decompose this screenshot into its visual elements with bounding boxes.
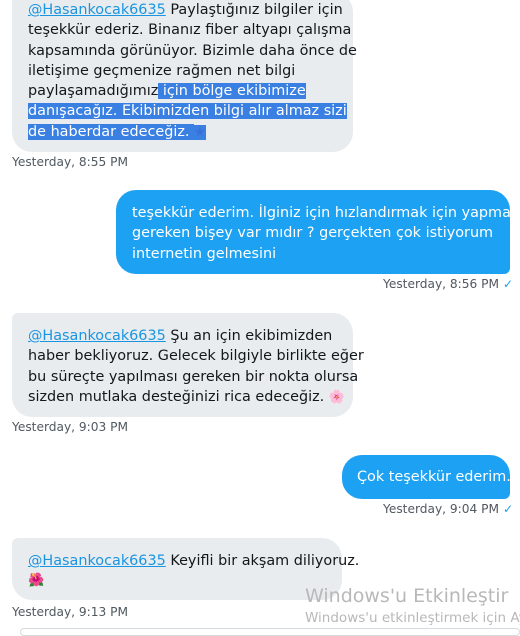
- message-line: @Hasankocak6635 Keyifli bir akşam diliyo…: [28, 551, 359, 571]
- message-text: sizden mutlaka desteğinizi rica edeceğiz…: [28, 388, 329, 405]
- message-line: internetin gelmesini: [132, 245, 277, 262]
- activation-watermark-subtitle: Windows'u etkinleştirmek için Ay: [305, 610, 520, 626]
- message-line: teşekkür ederim. İlginiz için hızlandırm…: [132, 205, 520, 221]
- message-line: kapsamında görünüyor. Bizimle daha önce …: [28, 42, 357, 59]
- read-check-icon: ✓: [503, 277, 514, 291]
- message-text: Keyifli bir akşam diliyoruz.: [165, 553, 360, 569]
- timestamp-text: Yesterday, 8:56 PM: [383, 277, 500, 291]
- timestamp-text: Yesterday, 9:04 PM: [383, 502, 500, 516]
- mention-link[interactable]: @Hasankocak6635: [28, 553, 166, 569]
- message-text: Şu an için ekibimizden: [165, 328, 333, 344]
- hibiscus-emoji-icon: 🌺: [28, 573, 45, 589]
- message-line: paylaşamadığımız için bölge ekibimize: [28, 81, 353, 101]
- message-line: de haberdar edeceğiz. ★: [28, 122, 353, 143]
- message-line: gereken bişey var mıdır ? gerçekten çok …: [132, 225, 494, 242]
- mention-link[interactable]: @Hasankocak6635: [28, 2, 166, 18]
- message-line: sizden mutlaka desteğinizi rica edeceğiz…: [28, 387, 353, 408]
- selected-text: de haberdar edeceğiz.: [28, 123, 195, 140]
- mention-link[interactable]: @Hasankocak6635: [28, 328, 166, 344]
- message-timestamp: Yesterday, 9:04 PM ✓: [383, 502, 513, 516]
- message-line: danışacağız. Ekibimizden bilgi alır alma…: [28, 101, 353, 121]
- message-bubble-outgoing[interactable]: teşekkür ederim. İlginiz için hızlandırm…: [116, 190, 520, 274]
- message-line: Çok teşekkür ederim.: [357, 469, 511, 485]
- message-line: @Hasankocak6635 Paylaştığınız bilgiler i…: [28, 0, 353, 20]
- message-timestamp: Yesterday, 9:03 PM: [12, 420, 129, 434]
- message-line: @Hasankocak6635 Şu an için ekibimizden: [28, 326, 353, 346]
- message-bubble-outgoing[interactable]: Çok teşekkür ederim.: [342, 455, 511, 499]
- message-timestamp: Yesterday, 8:56 PM ✓: [383, 277, 513, 291]
- message-text: Paylaştığınız bilgiler için: [165, 2, 343, 18]
- message-timestamp: Yesterday, 8:55 PM: [12, 155, 129, 169]
- message-bubble-incoming[interactable]: @Hasankocak6635 Keyifli bir akşam diliyo…: [12, 538, 359, 600]
- flower-emoji-icon: 🌸: [328, 389, 346, 405]
- read-check-icon: ✓: [503, 502, 514, 516]
- message-line: iletişime geçmenize rağmen net bilgi: [28, 62, 296, 79]
- message-timestamp: Yesterday, 9:13 PM: [12, 605, 129, 619]
- message-bubble-incoming[interactable]: @Hasankocak6635 Paylaştığınız bilgiler i…: [12, 0, 357, 152]
- message-line: bu süreçte yapılması gereken bir nokta o…: [28, 368, 359, 385]
- selected-text: için bölge ekibimize: [158, 83, 306, 100]
- message-line: haber bekliyoruz. Gelecek bilgiyle birli…: [28, 348, 364, 365]
- message-line: teşekkür ederiz. Binanız fiber altyapı ç…: [28, 22, 352, 39]
- activation-watermark-title: Windows'u Etkinleştir: [305, 585, 509, 607]
- selected-text: danışacağız. Ekibimizden bilgi alır alma…: [28, 103, 347, 120]
- message-bubble-incoming[interactable]: @Hasankocak6635 Şu an için ekibimizden h…: [12, 313, 364, 417]
- message-text: paylaşamadığımız: [28, 83, 159, 100]
- composer-edge: [20, 628, 520, 636]
- star-emoji-icon: ★: [194, 124, 206, 140]
